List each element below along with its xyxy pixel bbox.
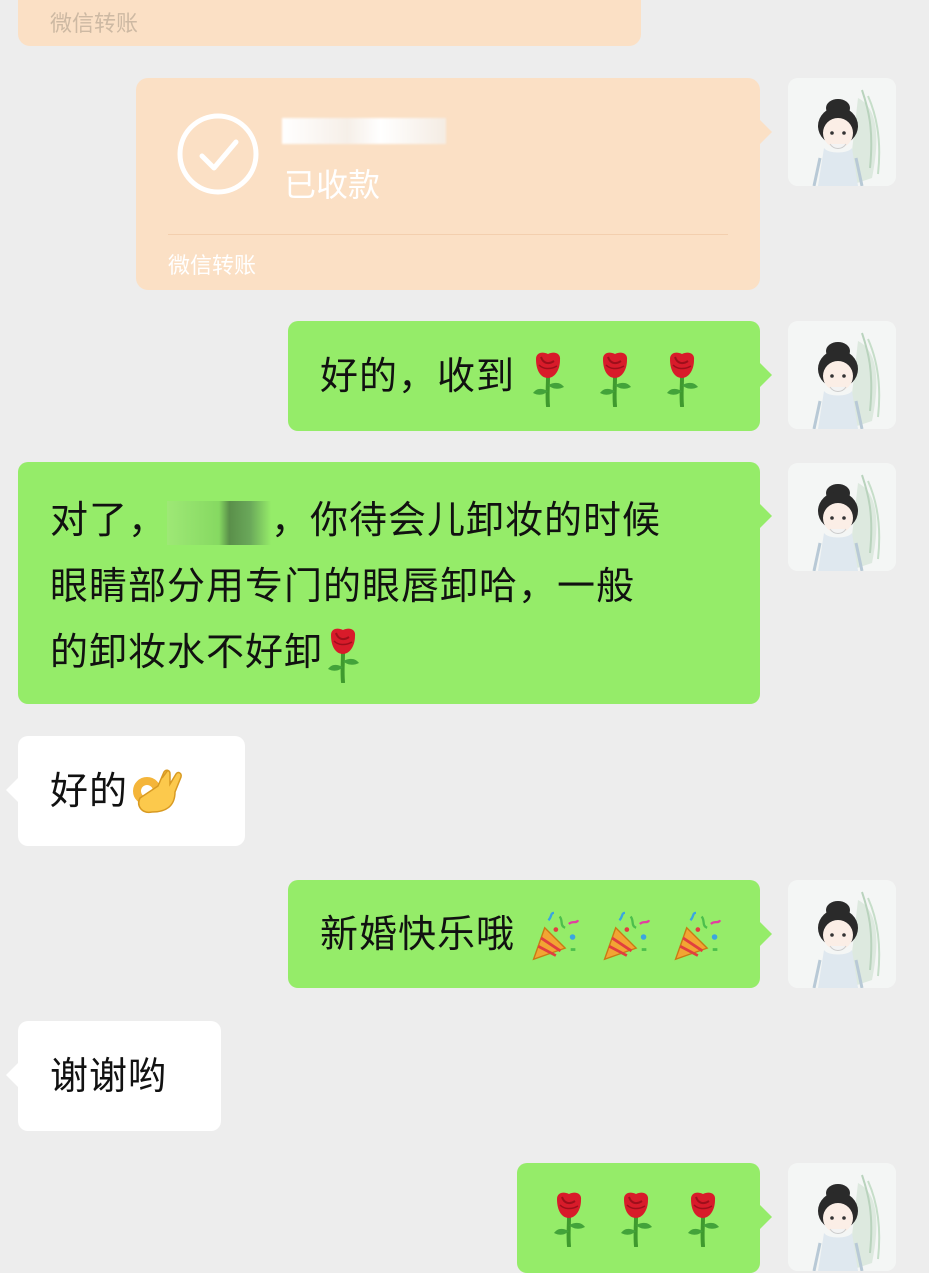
rose-emoji <box>683 1191 723 1247</box>
message-text: 好的，收到 <box>320 348 702 407</box>
message-text: 谢谢哟 <box>50 1054 168 1098</box>
avatar[interactable] <box>788 463 896 571</box>
rose-emoji <box>528 351 568 407</box>
avatar[interactable] <box>788 78 896 186</box>
message-text: 好的 <box>50 763 184 822</box>
rose-emoji <box>323 627 363 683</box>
check-circle-icon <box>176 112 260 196</box>
transfer-footer-label: 微信转账 <box>168 254 257 279</box>
rose-emoji <box>595 351 635 407</box>
ok-hand-emoji <box>128 766 184 822</box>
bubble-tail <box>760 504 772 528</box>
bubble-tail <box>760 1205 772 1229</box>
message-bubble-sent[interactable]: 新婚快乐哦 <box>288 880 772 988</box>
party-popper-emoji <box>599 911 651 963</box>
message-bubble-received[interactable]: 谢谢哟 <box>6 1021 221 1131</box>
bubble-tail <box>760 363 772 387</box>
redacted-name <box>167 500 272 545</box>
message-bubble-sent[interactable] <box>517 1163 772 1273</box>
rose-emoji <box>549 1191 589 1247</box>
party-popper-emoji <box>670 911 722 963</box>
redacted-amount <box>282 118 446 144</box>
message-bubble-received[interactable]: 好的 <box>6 736 245 846</box>
bubble-tail <box>6 778 18 802</box>
bubble-tail <box>760 922 772 946</box>
rose-emoji <box>662 351 702 407</box>
bubble-tail <box>6 1063 18 1087</box>
bubble-tail <box>760 120 772 144</box>
avatar[interactable] <box>788 321 896 429</box>
message-text: 新婚快乐哦 <box>320 906 722 963</box>
avatar[interactable] <box>788 1163 896 1271</box>
message-text: 对了， ，你待会儿卸妆的时候 眼睛部分用专门的眼唇卸哈，一般 的卸妆水不好卸 <box>50 492 661 683</box>
transfer-footer-label: 微信转账 <box>50 12 139 37</box>
avatar[interactable] <box>788 880 896 988</box>
transfer-divider <box>168 234 728 235</box>
party-popper-emoji <box>528 911 580 963</box>
message-bubble-sent[interactable]: 对了， ，你待会儿卸妆的时候 眼睛部分用专门的眼唇卸哈，一般 的卸妆水不好卸 <box>18 462 772 704</box>
rose-emoji <box>616 1191 656 1247</box>
message-bubble-sent[interactable]: 好的，收到 <box>288 321 772 431</box>
transfer-status: 已收款 <box>284 166 381 204</box>
transfer-card-partial[interactable]: 微信转账 <box>18 0 641 46</box>
transfer-card[interactable]: 已收款 微信转账 <box>136 78 772 290</box>
